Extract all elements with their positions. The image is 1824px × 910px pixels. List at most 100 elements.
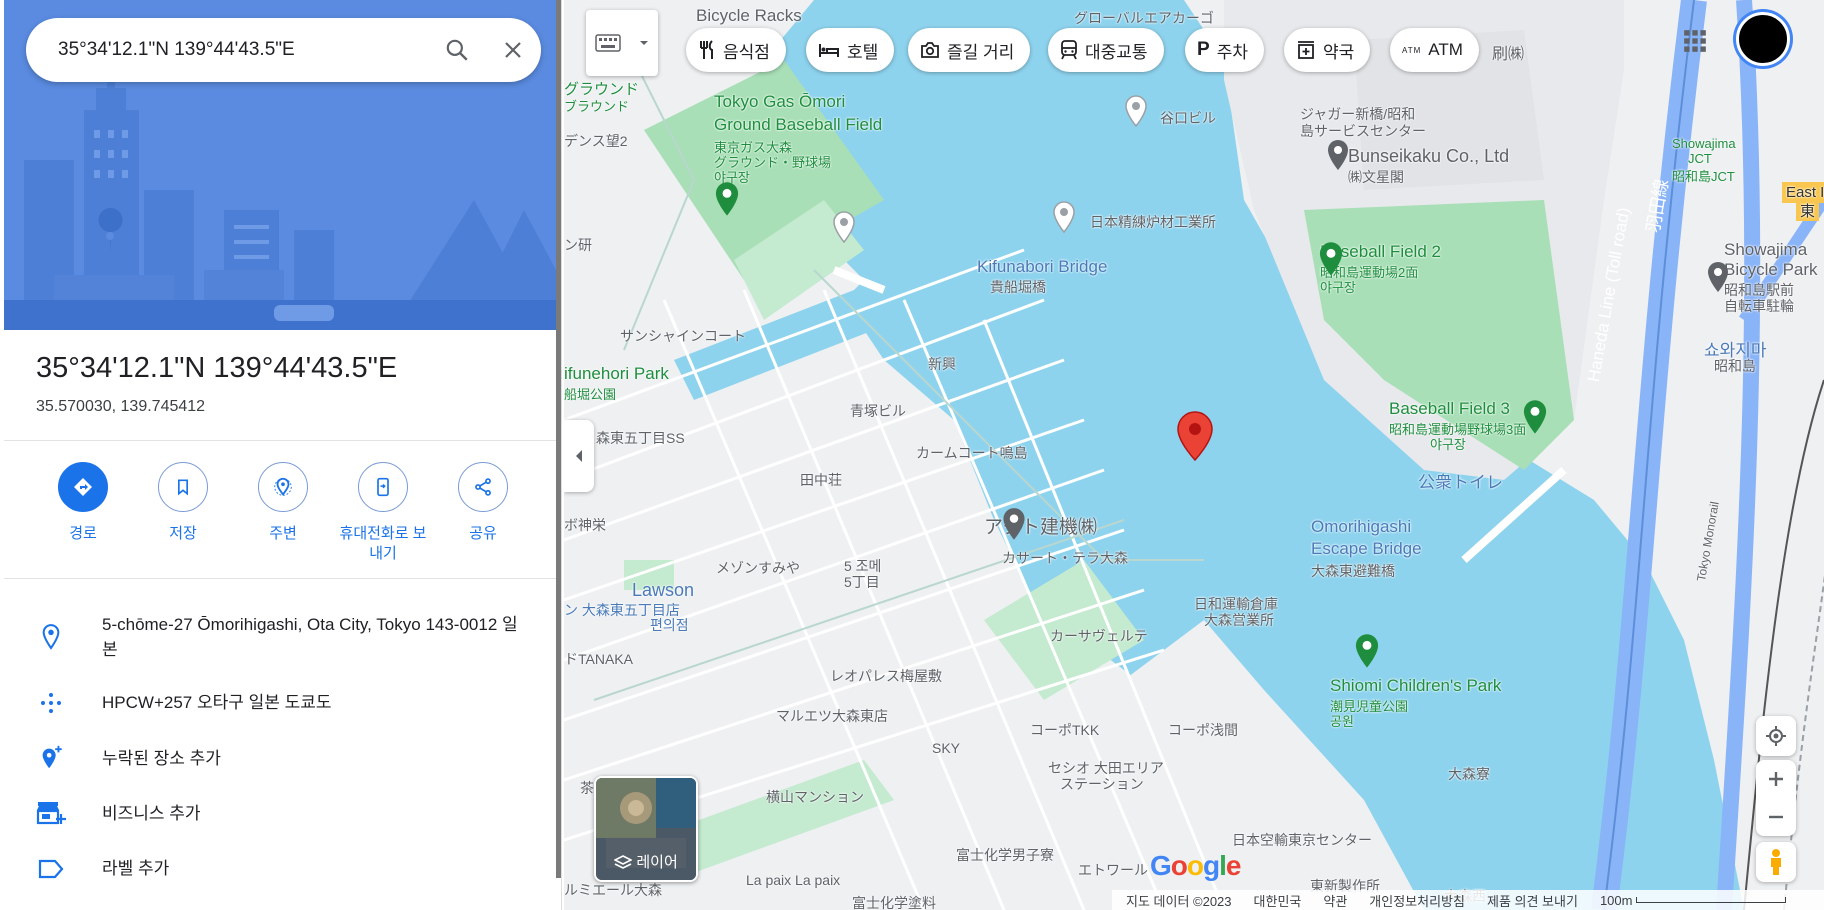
map-label[interactable]: 편의점 (650, 615, 689, 635)
map-label[interactable]: ルミエール大森 (564, 880, 662, 900)
map-label[interactable]: Escape Bridge (1311, 539, 1422, 559)
map-label[interactable]: カームコート鳴島 (916, 443, 1028, 463)
map-label[interactable]: グローバルエアカーゴ (1074, 8, 1214, 28)
feedback-link[interactable]: 제품 의견 보내기 (1487, 891, 1578, 910)
map-label[interactable]: Tokyo Gas Ōmori (714, 92, 845, 112)
map-label[interactable]: 自転車駐輪 (1724, 296, 1794, 316)
chip-things-to-do[interactable]: 즐길 거리 (908, 28, 1031, 72)
map-label[interactable]: 大森寮 (1448, 764, 1490, 784)
map-label[interactable]: 横山マンション (766, 787, 864, 807)
map-label[interactable]: Bicycle Park (1724, 260, 1818, 280)
poi-pin-icon[interactable] (1000, 506, 1028, 544)
map-label[interactable]: Bunseikaku Co., Ltd (1348, 146, 1509, 167)
map-label[interactable]: 富士化学塗料 (852, 893, 936, 910)
map-label[interactable]: ステーション (1060, 774, 1144, 794)
map-label[interactable]: ン研 (564, 235, 592, 255)
account-avatar[interactable] (1736, 12, 1790, 66)
map-label[interactable]: Bicycle Racks (696, 6, 802, 26)
map-label[interactable]: サンシャインコート (620, 326, 746, 346)
map-canvas[interactable]: Bicycle Racks グローバルエアカーゴ Tokyo Gas Ōmori… (564, 0, 1824, 910)
input-tools-button[interactable] (586, 10, 658, 76)
poi-pin-icon[interactable] (1324, 138, 1352, 174)
map-label[interactable]: カサート・テラ大森 (1002, 548, 1128, 568)
poi-pin-icon[interactable] (1124, 94, 1148, 130)
collapse-panel-button[interactable] (564, 420, 594, 492)
poi-pin-icon[interactable] (832, 210, 856, 246)
poi-pin-icon[interactable] (1052, 200, 1076, 236)
chip-atm[interactable]: ATM ATM (1390, 28, 1479, 72)
directions-button[interactable]: 경로 (33, 462, 133, 544)
add-missing-place-row[interactable]: 누락된 장소 추가 (0, 744, 556, 772)
layers-button[interactable]: 레이어 (594, 776, 698, 882)
nearby-button[interactable]: 주변 (233, 462, 333, 544)
map-label[interactable]: La paix La paix (746, 872, 840, 888)
chip-parking[interactable]: P 주차 (1185, 28, 1264, 72)
map-label[interactable]: 공원 (1330, 711, 1354, 730)
map-label[interactable]: メゾンすみや (716, 558, 800, 578)
map-label[interactable]: 刷㈱ (1492, 40, 1524, 64)
send-to-phone-button[interactable]: 휴대전화로 보내기 (333, 462, 433, 564)
map-label[interactable]: ドTANAKA (564, 649, 633, 669)
map-label[interactable]: Kifunabori Bridge (977, 257, 1107, 277)
map-label[interactable]: 貴船堀橋 (990, 277, 1046, 297)
apps-grid-icon[interactable] (1682, 28, 1708, 54)
map-label[interactable]: 야구장 (1430, 434, 1466, 453)
map-label[interactable]: 田中荘 (800, 470, 842, 490)
park-pin-icon[interactable] (1520, 398, 1550, 438)
panel-scrollbar[interactable] (556, 0, 561, 878)
map-label[interactable]: ㈱文星閣 (1348, 167, 1404, 187)
privacy-link[interactable]: 개인정보처리방침 (1369, 891, 1465, 910)
map-label[interactable]: 日本精練炉材工業所 (1090, 212, 1216, 232)
map-label[interactable]: Lawson (632, 580, 694, 601)
clear-search-button[interactable] (485, 22, 541, 78)
map-label[interactable]: 大森東避難橋 (1311, 561, 1395, 581)
chip-restaurants[interactable]: 음식점 (686, 28, 786, 72)
map-label[interactable]: 森東五丁目SS (596, 428, 685, 448)
map-label[interactable]: Showajima (1724, 240, 1807, 260)
my-location-button[interactable] (1756, 716, 1796, 756)
map-label[interactable]: 富士化学男子寮 (956, 845, 1054, 865)
chip-transit[interactable]: 대중교통 (1048, 28, 1164, 72)
map-label[interactable]: JCT (1688, 151, 1712, 166)
plus-code-row[interactable]: HPCW+257 오타구 일본 도쿄도 (0, 690, 556, 715)
map-label[interactable]: 日本空輸東京センター (1232, 830, 1372, 850)
map-label[interactable]: ボ神栄 (564, 515, 606, 535)
map-label[interactable]: マルエツ大森東店 (776, 706, 888, 726)
map-label[interactable]: ブラウンド (564, 96, 629, 115)
search-box[interactable]: 35°34'12.1"N 139°44'43.5"E (26, 18, 541, 82)
map-label[interactable]: 島サービスセンター (1300, 121, 1426, 141)
search-input[interactable]: 35°34'12.1"N 139°44'43.5"E (58, 39, 429, 61)
map-label[interactable]: 谷口ビル (1160, 108, 1216, 128)
map-label[interactable]: 新興 (928, 354, 956, 374)
map-label[interactable]: 昭和島 (1714, 356, 1756, 376)
poi-pin-icon[interactable] (1704, 260, 1732, 296)
search-button[interactable] (429, 22, 485, 78)
chip-hotels[interactable]: 호텔 (806, 28, 895, 72)
map-label[interactable]: Baseball Field 3 (1389, 399, 1510, 419)
park-pin-icon[interactable] (1352, 632, 1382, 672)
street-view-pegman[interactable] (1756, 842, 1796, 882)
address-row[interactable]: 5-chōme-27 Ōmorihigashi, Ota City, Tokyo… (0, 612, 556, 662)
map-label[interactable]: 昭和島JCT (1672, 166, 1735, 185)
zoom-out-button[interactable] (1768, 798, 1784, 836)
map-label[interactable]: コーポTKK (1030, 720, 1099, 740)
map-label[interactable]: ifunehori Park (564, 364, 669, 384)
scale-bar[interactable]: 100m (1600, 893, 1787, 908)
terms-link[interactable]: 약관 (1323, 891, 1347, 910)
map-label[interactable]: 東 (1796, 200, 1820, 221)
map-label[interactable]: 5丁目 (844, 572, 880, 592)
add-business-row[interactable]: 비즈니스 추가 (0, 800, 556, 826)
park-pin-icon[interactable] (712, 180, 742, 220)
map-label[interactable]: カーサヴェルテ (1050, 626, 1148, 646)
map-label[interactable]: Ground Baseball Field (714, 115, 882, 135)
map-label[interactable]: Shiomi Children's Park (1330, 676, 1501, 696)
map-label[interactable]: 大森営業所 (1204, 610, 1274, 630)
map-label[interactable]: デンス望2 (564, 131, 628, 151)
add-label-row[interactable]: 라벨 추가 (0, 856, 556, 881)
map-label[interactable]: 茶 (580, 778, 594, 798)
map-label[interactable]: Omorihigashi (1311, 517, 1411, 537)
chip-pharmacy[interactable]: 약국 (1284, 28, 1371, 72)
save-button[interactable]: 저장 (133, 462, 233, 544)
map-label[interactable]: 青塚ビル (850, 401, 906, 421)
map-label[interactable]: レオパレス梅屋敷 (830, 666, 942, 686)
